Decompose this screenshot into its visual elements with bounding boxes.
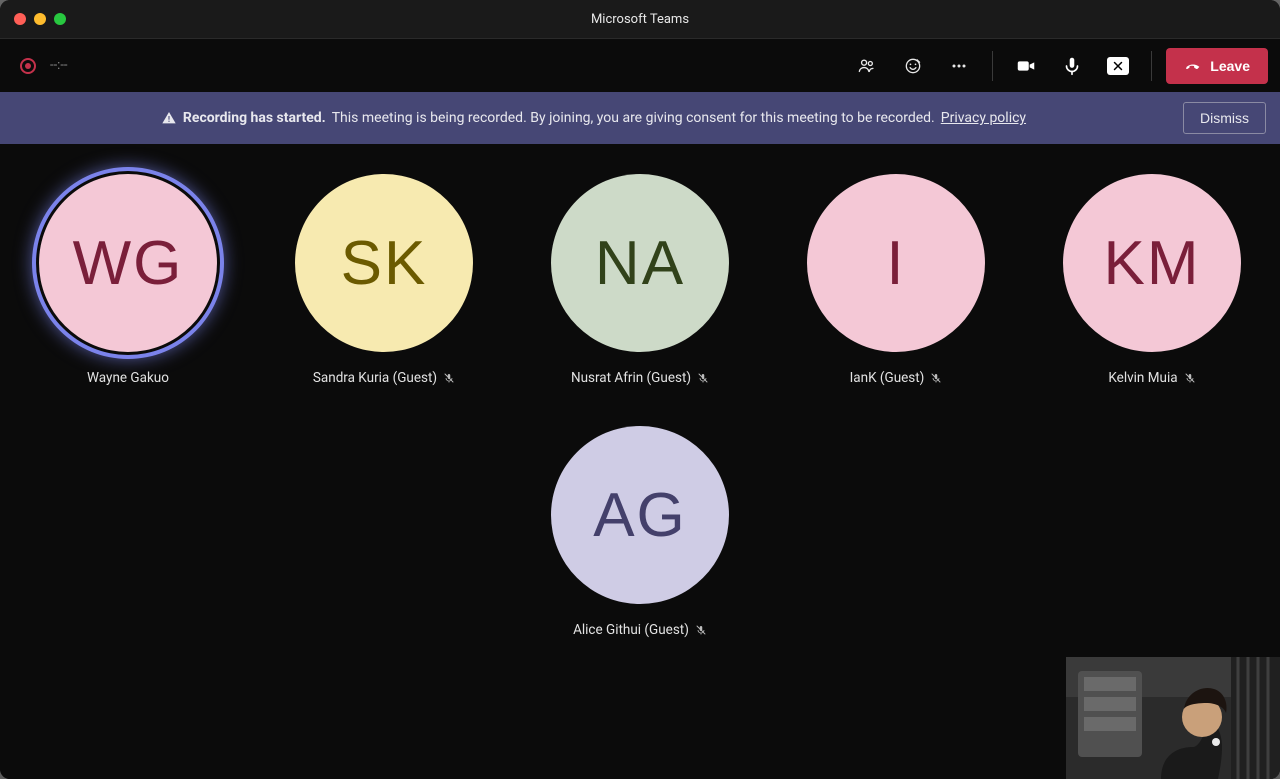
window-maximize-button[interactable] [54, 13, 66, 25]
avatar: WG [39, 174, 217, 352]
mac-titlebar: Microsoft Teams [0, 0, 1280, 38]
window-minimize-button[interactable] [34, 13, 46, 25]
participants-row: WG Wayne Gakuo SK Sandra Kuria (Guest) NA Nus… [24, 174, 1256, 386]
participant-name: Sandra Kuria (Guest) [313, 370, 455, 386]
microphone-icon [1061, 55, 1083, 77]
mic-muted-icon [930, 372, 942, 384]
recording-timer: --:-- [50, 58, 68, 73]
microphone-button[interactable] [1053, 47, 1091, 85]
window-close-button[interactable] [14, 13, 26, 25]
participant-name: Alice Githui (Guest) [573, 622, 707, 638]
participant-tile[interactable]: AG Alice Githui (Guest) [549, 426, 731, 638]
dismiss-button[interactable]: Dismiss [1183, 102, 1266, 134]
window-controls [0, 13, 66, 25]
banner-body: This meeting is being recorded. By joini… [332, 110, 935, 126]
hangup-icon [1184, 57, 1202, 75]
participant-tile[interactable]: NA Nusrat Afrin (Guest) [549, 174, 731, 386]
toolbar-separator [1151, 51, 1152, 81]
meeting-toolbar: --:-- [0, 38, 1280, 92]
camera-icon [1015, 55, 1037, 77]
participants-button[interactable] [848, 47, 886, 85]
participant-name: IanK (Guest) [850, 370, 943, 386]
share-button[interactable] [1099, 47, 1137, 85]
mic-muted-icon [697, 372, 709, 384]
app-window: Microsoft Teams --:-- [0, 0, 1280, 779]
mic-muted-icon [695, 624, 707, 636]
recording-banner: Recording has started. This meeting is b… [0, 92, 1280, 144]
self-video-preview[interactable] [1066, 657, 1280, 779]
meeting-stage: WG Wayne Gakuo SK Sandra Kuria (Guest) NA Nus… [0, 144, 1280, 779]
reactions-icon [903, 56, 923, 76]
avatar: I [807, 174, 985, 352]
avatar: AG [551, 426, 729, 604]
participant-name: Kelvin Muia [1108, 370, 1195, 386]
reactions-button[interactable] [894, 47, 932, 85]
window-title: Microsoft Teams [0, 12, 1280, 27]
mic-muted-icon [1184, 372, 1196, 384]
toolbar-separator [992, 51, 993, 81]
participant-name: Nusrat Afrin (Guest) [571, 370, 709, 386]
participant-name: Wayne Gakuo [87, 370, 169, 386]
mic-muted-icon [443, 372, 455, 384]
participant-tile[interactable]: SK Sandra Kuria (Guest) [293, 174, 475, 386]
more-actions-button[interactable] [940, 47, 978, 85]
avatar: KM [1063, 174, 1241, 352]
people-icon [857, 56, 877, 76]
participant-tile[interactable]: KM Kelvin Muia [1061, 174, 1243, 386]
participant-tile[interactable]: I IanK (Guest) [805, 174, 987, 386]
privacy-policy-link[interactable]: Privacy policy [941, 110, 1026, 126]
avatar: NA [551, 174, 729, 352]
camera-button[interactable] [1007, 47, 1045, 85]
self-video-icon [1066, 657, 1280, 779]
share-icon [1107, 57, 1129, 75]
banner-heading: Recording has started. [183, 110, 326, 126]
avatar: SK [295, 174, 473, 352]
recording-indicator-icon [20, 58, 36, 74]
ellipsis-icon [949, 56, 969, 76]
participant-tile[interactable]: WG Wayne Gakuo [37, 174, 219, 386]
leave-button-label: Leave [1210, 58, 1250, 74]
participants-row: AG Alice Githui (Guest) [24, 426, 1256, 638]
leave-button[interactable]: Leave [1166, 48, 1268, 84]
warning-icon [161, 110, 177, 126]
